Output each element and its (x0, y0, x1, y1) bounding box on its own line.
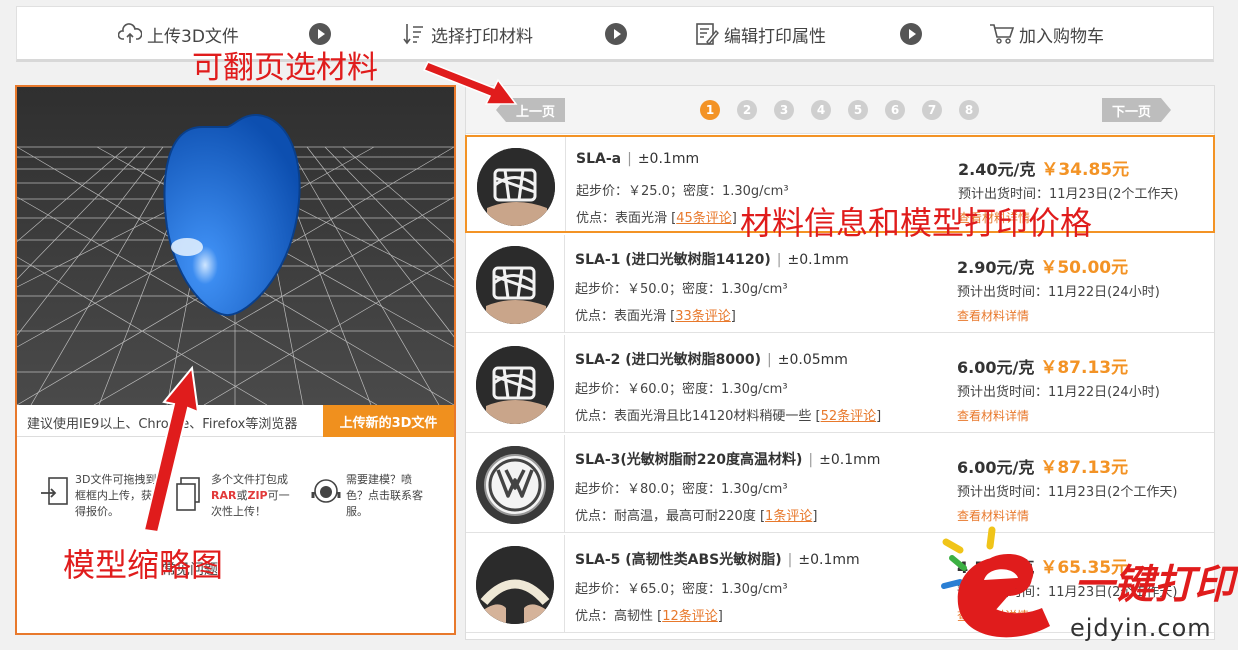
material-thumbnail (477, 148, 555, 226)
material-name: SLA-1 (进口光敏树脂14120) | ±0.1mm (575, 252, 849, 268)
edit-document-icon (694, 21, 720, 47)
ship-time: 预计出货时间：11月22日(24小时) (957, 285, 1160, 300)
shopping-cart-icon (989, 21, 1015, 47)
material-name: SLA-3(光敏树脂耐220度高温材料) | ±0.1mm (575, 452, 881, 468)
cloud-upload-icon (117, 21, 143, 47)
material-spec: 起步价：￥65.0；密度：1.30g/cm³ (575, 582, 788, 597)
step-label: 选择打印材料 (431, 26, 533, 47)
material-advantage: 优点：耐高温，最高可耐220度 [1条评论] (575, 509, 818, 524)
ship-time: 预计出货时间：11月22日(24小时) (957, 385, 1160, 400)
customer-service-icon (310, 476, 342, 515)
step-edit[interactable]: 编辑打印属性 (694, 21, 826, 47)
material-name: SLA-a | ±0.1mm (576, 151, 700, 167)
material-advantage: 优点：高韧性 [12条评论] (575, 609, 723, 624)
next-page-button[interactable]: 下一页 (1102, 98, 1172, 122)
material-detail-link[interactable]: 查看材料详情 (957, 307, 1029, 324)
step-cart[interactable]: 加入购物车 (989, 21, 1104, 47)
model-3d-canvas[interactable] (17, 87, 454, 405)
material-detail-link[interactable]: 查看材料详情 (957, 507, 1029, 524)
material-advantage: 优点：表面光滑 [45条评论] (576, 211, 737, 226)
reviews-link[interactable]: 33条评论 (675, 309, 731, 324)
page-number[interactable]: 2 (737, 100, 757, 120)
tip-text: 需要建模？喷色？点击联系客服。 (346, 473, 423, 518)
page-number[interactable]: 8 (959, 100, 979, 120)
brand-logo-text: ejdyin.com (1070, 614, 1212, 642)
reviews-link[interactable]: 45条评论 (676, 211, 732, 226)
annotation-paging: 可翻页选材料 (192, 50, 378, 86)
material-spec: 起步价：￥50.0；密度：1.30g/cm³ (575, 282, 788, 297)
page-number[interactable]: 4 (811, 100, 831, 120)
material-thumbnail (476, 246, 554, 324)
page: 上传3D文件 选择打印材料 编辑打印属性 加入购物车 建议使用IE9以上、Chr… (0, 0, 1238, 650)
material-price: 6.00元/克 ￥87.13元 (957, 358, 1129, 378)
material-name: SLA-2 (进口光敏树脂8000) | ±0.05mm (575, 352, 848, 368)
total-price: ￥50.00元 (1040, 258, 1129, 278)
sort-list-icon (401, 21, 427, 47)
total-price: ￥87.13元 (1040, 358, 1129, 378)
material-thumbnail (476, 546, 554, 624)
annotation-thumbnail: 模型缩略图 (63, 546, 224, 584)
page-number[interactable]: 7 (922, 100, 942, 120)
pager: 上一页 1 2 3 4 5 6 7 8 下一页 (466, 86, 1214, 134)
material-spec: 起步价：￥25.0；密度：1.30g/cm³ (576, 184, 789, 199)
material-price: 2.40元/克 ￥34.85元 (958, 160, 1130, 180)
reviews-link[interactable]: 12条评论 (662, 609, 718, 624)
page-numbers: 1 2 3 4 5 6 7 8 (700, 100, 979, 120)
reviews-link[interactable]: 52条评论 (821, 409, 877, 424)
material-thumbnail (476, 346, 554, 424)
reviews-link[interactable]: 1条评论 (765, 509, 812, 524)
page-number[interactable]: 3 (774, 100, 794, 120)
material-detail-link[interactable]: 查看材料详情 (957, 407, 1029, 424)
material-row[interactable]: SLA-3(光敏树脂耐220度高温材料) | ±0.1mm 起步价：￥80.0；密度… (466, 435, 1214, 533)
step-arrow-icon (900, 23, 922, 45)
material-row[interactable]: SLA-2 (进口光敏树脂8000) | ±0.05mm 起步价：￥60.0；密度：… (466, 335, 1214, 433)
material-advantage: 优点：表面光滑且比14120材料稍硬一些 [52条评论] (575, 409, 882, 424)
step-label: 编辑打印属性 (724, 26, 826, 47)
browser-tip: 建议使用IE9以上、Chrome、Firefox等浏览器 上传新的3D文件 (17, 405, 454, 437)
step-material[interactable]: 选择打印材料 (401, 21, 533, 47)
annotation-arrow-icon (422, 61, 518, 105)
step-arrow-icon (605, 23, 627, 45)
upload-new-file-button[interactable]: 上传新的3D文件 (323, 405, 454, 437)
ship-time: 预计出货时间：11月23日(2个工作天) (957, 485, 1178, 500)
annotation-arrow-icon (142, 365, 200, 534)
tip-text: 多个文件打包成RAR或ZIP可一次性上传！ (211, 473, 290, 518)
material-price: 2.90元/克 ￥50.00元 (957, 258, 1129, 278)
material-row[interactable]: SLA-1 (进口光敏树脂14120) | ±0.1mm 起步价：￥50.0；密度：… (466, 235, 1214, 333)
total-price: ￥34.85元 (1041, 160, 1130, 180)
total-price: ￥87.13元 (1040, 458, 1129, 478)
page-number[interactable]: 6 (885, 100, 905, 120)
page-number[interactable]: 1 (700, 100, 720, 120)
material-name: SLA-5 (高韧性类ABS光敏树脂) | ±0.1mm (575, 552, 860, 568)
material-price: 6.00元/克 ￥87.13元 (957, 458, 1129, 478)
material-spec: 起步价：￥80.0；密度：1.30g/cm³ (575, 482, 788, 497)
drag-upload-icon (39, 476, 71, 515)
brand-logo-cn: 一键打印 (1074, 561, 1234, 608)
zip-text: ZIP (247, 489, 268, 502)
page-number[interactable]: 5 (848, 100, 868, 120)
step-label: 加入购物车 (1019, 26, 1104, 47)
material-advantage: 优点：表面光滑 [33条评论] (575, 309, 736, 324)
material-spec: 起步价：￥60.0；密度：1.30g/cm³ (575, 382, 788, 397)
annotation-material-info: 材料信息和模型打印价格 (740, 204, 1093, 242)
material-thumbnail (476, 446, 554, 524)
